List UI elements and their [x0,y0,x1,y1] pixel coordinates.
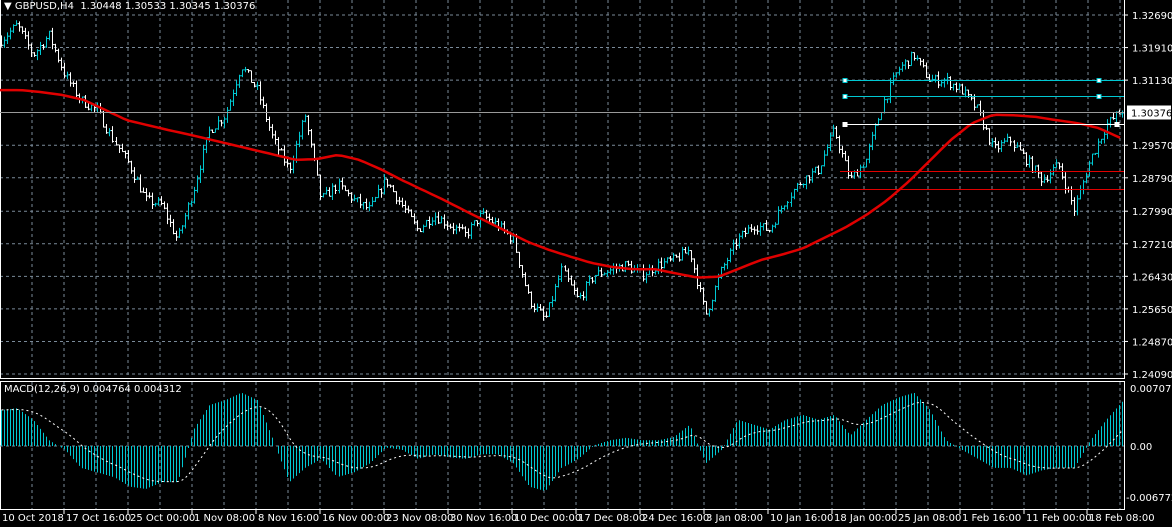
price-tick-label: 1.24090 [1132,370,1172,381]
time-label: 17 Oct 16:00 [66,513,131,524]
high-value: 1.30533 [124,1,167,12]
macd-tick-label: 0.00 [1130,442,1152,453]
price-tick-label: 1.27210 [1132,240,1172,251]
collapse-triangle-icon[interactable]: ▼ [4,1,15,12]
macd-header: MACD(12,26,9) 0.004764 0.004312 [4,384,182,395]
time-label: 18 Feb 08:00 [1089,513,1155,524]
moving-average-line [0,88,1121,279]
current-price-label: 1.30376 [1131,109,1172,120]
time-label: 25 Jan 08:00 [898,513,961,524]
time-label: 3 Jan 08:00 [706,513,763,524]
price-tick-label: 1.31130 [1132,76,1172,87]
time-label: 17 Dec 08:00 [578,513,645,524]
time-label: 10 Dec 00:00 [514,513,581,524]
time-label: 30 Nov 16:00 [450,513,517,524]
price-tick-label: 1.24870 [1132,337,1172,348]
time-label: 23 Nov 08:00 [386,513,453,524]
macd-tick-label: -0.006772 [1126,493,1172,504]
time-label: 1 Feb 16:00 [962,513,1021,524]
price-tick-label: 1.26430 [1132,272,1172,283]
cyan-level-1-handle [1096,78,1102,83]
chart-header: ▼ GBPUSD,H4 1.30448 1.30533 1.30345 1.30… [4,1,255,12]
price-tick-label: 1.27990 [1132,207,1172,218]
macd-label: MACD(12,26,9) [4,384,80,395]
open-value: 1.30448 [80,1,122,12]
time-label: 10 Jan 16:00 [770,513,833,524]
time-label: 18 Jan 00:00 [834,513,897,524]
cyan-level-2-handle [1096,94,1102,99]
time-label: 16 Nov 00:00 [322,513,389,524]
time-label: 1 Nov 08:00 [194,513,255,524]
signal-value: 0.004312 [134,384,182,395]
price-chart[interactable]: 1.32690 1.31910 1.31130 1.29570 1.28790 1.279… [0,0,1172,527]
price-tick-label: 1.31910 [1132,44,1172,55]
low-value: 1.30345 [169,1,211,12]
macd-value: 0.004764 [83,384,131,395]
price-tick-label: 1.29570 [1132,141,1172,152]
cyan-level-1-handle [842,78,848,83]
time-label: 25 Oct 00:00 [130,513,195,524]
time-label: 10 Oct 2018 [2,513,64,524]
macd-signal-line [1,402,1123,483]
white-level-handle [1114,122,1120,127]
cyan-level-2-handle [842,94,848,99]
white-level-handle [842,122,848,127]
close-value: 1.30376 [213,1,256,12]
macd-tick-label: 0.007071 [1130,384,1172,395]
price-tick-label: 1.25650 [1132,305,1172,316]
time-label: 24 Dec 16:00 [642,513,709,524]
time-label: 11 Feb 00:00 [1026,513,1092,524]
time-label: 8 Nov 16:00 [258,513,319,524]
symbol-label: GBPUSD,H4 [14,1,74,12]
price-tick-label: 1.28790 [1132,174,1172,185]
price-tick-label: 1.32690 [1132,11,1172,22]
